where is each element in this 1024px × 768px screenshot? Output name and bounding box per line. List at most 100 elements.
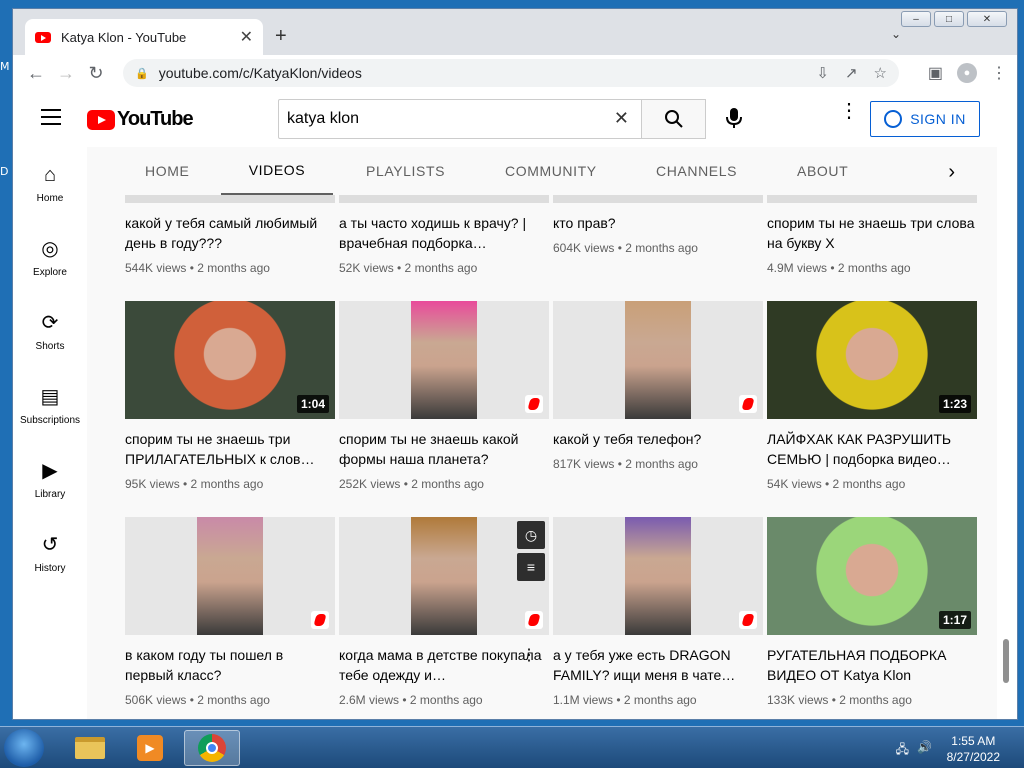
minimize-button[interactable]: – <box>901 11 931 27</box>
add-to-queue-icon[interactable]: ≡ <box>517 553 545 581</box>
video-menu-icon[interactable]: ⋮ <box>521 645 537 665</box>
side-panel-icon[interactable]: ▣ <box>928 63 943 83</box>
video-thumbnail[interactable] <box>553 195 763 203</box>
install-icon[interactable]: ⇩ <box>816 64 829 82</box>
bookmark-star-icon[interactable]: ☆ <box>874 64 887 82</box>
profile-avatar[interactable]: ● <box>957 63 977 83</box>
address-bar[interactable]: 🔒 youtube.com/c/KatyaKlon/videos ⇩ ↗ ☆ <box>123 59 899 87</box>
video-title[interactable]: в каком году ты пошел в первый класс? <box>125 645 335 685</box>
video-card[interactable]: 1:04 спорим ты не знаешь три ПРИЛАГАТЕЛЬН… <box>125 301 335 491</box>
video-thumbnail[interactable] <box>339 195 549 203</box>
rail-item-history[interactable]: ↺ History <box>13 517 87 591</box>
rail-item-library[interactable]: ▶ Library <box>13 443 87 517</box>
thumbnail-image <box>625 517 691 635</box>
video-card[interactable]: 1:23 ЛАЙФХАК КАК РАЗРУШИТЬ СЕМЬЮ | подбор… <box>767 301 977 491</box>
rail-item-home[interactable]: ⌂ Home <box>13 147 87 221</box>
video-thumbnail[interactable]: 1:23 <box>767 301 977 419</box>
video-card[interactable]: какой у тебя телефон? 817K views • 2 mont… <box>553 301 763 471</box>
video-title[interactable]: спорим ты не знаешь какой формы наша пла… <box>339 429 549 469</box>
back-button[interactable]: ← <box>21 63 51 84</box>
youtube-logo[interactable]: YouTube <box>87 108 194 131</box>
video-thumbnail[interactable] <box>125 195 335 203</box>
video-card[interactable]: спорим ты не знаешь какой формы наша пла… <box>339 301 549 491</box>
tab-community[interactable]: COMMUNITY <box>505 147 597 195</box>
voice-search-button[interactable] <box>721 105 747 131</box>
browser-tab[interactable]: Katya Klon - YouTube ✕ <box>25 19 263 55</box>
thumbnail-image <box>197 517 263 635</box>
reload-button[interactable]: ↻ <box>81 63 111 84</box>
thumbnail-image <box>165 195 295 203</box>
video-thumbnail[interactable]: ◷ ≡ <box>339 517 549 635</box>
video-thumbnail[interactable]: 1:17 <box>767 517 977 635</box>
search-input-value: katya klon <box>287 110 360 127</box>
share-icon[interactable]: ↗ <box>845 64 858 82</box>
forward-button[interactable]: → <box>51 63 81 84</box>
video-thumbnail[interactable] <box>553 301 763 419</box>
video-thumbnail[interactable] <box>125 517 335 635</box>
sign-in-button[interactable]: SIGN IN <box>870 101 980 137</box>
video-title[interactable]: РУГАТЕЛЬНАЯ ПОДБОРКА ВИДЕО ОТ Katya Klon <box>767 645 977 685</box>
video-meta: 544K views • 2 months ago <box>125 261 270 275</box>
tab-close-icon[interactable]: ✕ <box>240 27 253 47</box>
chrome-taskbar-icon[interactable] <box>184 730 240 766</box>
maximize-button[interactable]: □ <box>934 11 964 27</box>
network-icon[interactable]: 🖧 <box>896 740 909 761</box>
rail-item-shorts[interactable]: ⟳ Shorts <box>13 295 87 369</box>
rail-item-subscriptions[interactable]: ▤ Subscriptions <box>13 369 87 443</box>
new-tab-button[interactable]: + <box>275 25 287 48</box>
page-scrollbar[interactable] <box>1001 91 1009 719</box>
video-card[interactable]: а у тебя уже есть DRAGON FAMILY? ищи мен… <box>553 517 763 707</box>
video-thumbnail[interactable] <box>339 301 549 419</box>
video-title[interactable]: спорим ты не знаешь три ПРИЛАГАТЕЛЬНЫХ к… <box>125 429 335 469</box>
video-card[interactable]: в каком году ты пошел в первый класс? 506… <box>125 517 335 707</box>
explorer-taskbar-icon[interactable] <box>62 730 118 766</box>
search-button[interactable] <box>642 99 706 139</box>
video-duration: 1:17 <box>938 611 971 629</box>
video-title[interactable]: а у тебя уже есть DRAGON FAMILY? ищи мен… <box>553 645 763 685</box>
video-title[interactable]: какой у тебя самый любимый день в году??… <box>125 213 335 253</box>
tabs-next-icon[interactable]: › <box>948 161 955 184</box>
start-button[interactable] <box>4 729 44 767</box>
browser-menu-icon[interactable]: ⋮ <box>991 63 1007 83</box>
youtube-header: YouTube katya klon ✕ ⋮ SIGN IN <box>13 91 1017 147</box>
watch-later-icon[interactable]: ◷ <box>517 521 545 549</box>
video-grid: какой у тебя самый любимый день в году??… <box>87 195 997 719</box>
tab-playlists[interactable]: PLAYLISTS <box>366 147 445 195</box>
rail-item-explore[interactable]: ◎ Explore <box>13 221 87 295</box>
menu-icon[interactable] <box>41 109 61 130</box>
tab-about[interactable]: ABOUT <box>797 147 848 195</box>
video-title[interactable]: ЛАЙФХАК КАК РАЗРУШИТЬ СЕМЬЮ | подборка в… <box>767 429 977 469</box>
settings-kebab-icon[interactable]: ⋮ <box>839 101 859 121</box>
clear-search-icon[interactable]: ✕ <box>614 108 629 129</box>
url-text: youtube.com/c/KatyaKlon/videos <box>158 65 362 81</box>
video-card[interactable]: а ты часто ходишь к врачу? | врачебная п… <box>339 195 549 275</box>
video-card[interactable]: спорим ты не знаешь три слова на букву Х… <box>767 195 977 275</box>
video-card[interactable]: 1:17 РУГАТЕЛЬНАЯ ПОДБОРКА ВИДЕО ОТ Katya … <box>767 517 977 707</box>
taskbar-clock[interactable]: 1:55 AM 8/27/2022 <box>947 733 1000 765</box>
search-input[interactable]: katya klon ✕ <box>278 99 642 139</box>
video-thumbnail[interactable]: 1:04 <box>125 301 335 419</box>
video-title[interactable]: спорим ты не знаешь три слова на букву Х <box>767 213 977 253</box>
shorts-badge-icon <box>525 395 543 413</box>
video-meta: 95K views • 2 months ago <box>125 477 264 491</box>
tab-search-icon[interactable]: ⌄ <box>891 27 901 41</box>
scrollbar-thumb[interactable] <box>1003 639 1009 683</box>
video-title[interactable]: когда мама в детстве покупала тебе одежд… <box>339 645 549 685</box>
video-card[interactable]: какой у тебя самый любимый день в году??… <box>125 195 335 275</box>
video-title[interactable]: какой у тебя телефон? <box>553 429 763 449</box>
thumbnail-image <box>807 301 937 419</box>
video-title[interactable]: кто прав? <box>553 213 763 233</box>
tab-channels[interactable]: CHANNELS <box>656 147 737 195</box>
youtube-play-icon <box>87 109 115 130</box>
system-tray: 🖧 🔊 <box>896 740 932 761</box>
media-player-taskbar-icon[interactable]: ▶ <box>122 730 178 766</box>
tab-videos[interactable]: VIDEOS <box>221 147 333 195</box>
tab-home[interactable]: HOME <box>145 147 189 195</box>
video-thumbnail[interactable] <box>767 195 977 203</box>
video-title[interactable]: а ты часто ходишь к врачу? | врачебная п… <box>339 213 549 253</box>
video-card[interactable]: ◷ ≡ когда мама в детстве покупала тебе оде… <box>339 517 549 707</box>
close-window-button[interactable]: ✕ <box>967 11 1007 27</box>
video-card[interactable]: кто прав? 604K views • 2 months ago <box>553 195 763 255</box>
volume-icon[interactable]: 🔊 <box>917 740 932 761</box>
video-thumbnail[interactable] <box>553 517 763 635</box>
